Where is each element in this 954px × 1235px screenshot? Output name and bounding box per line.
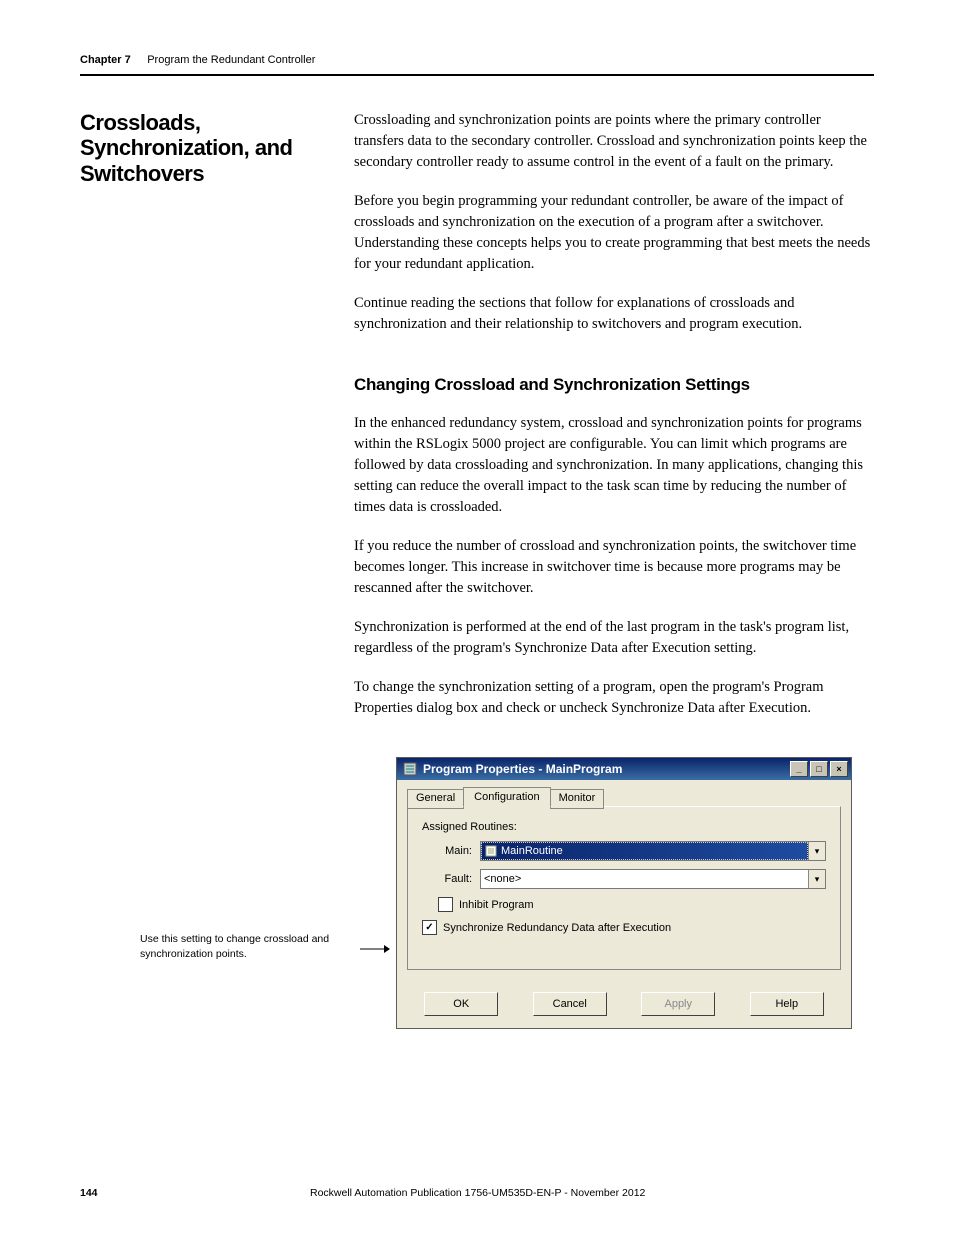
cancel-button[interactable]: Cancel <box>533 992 607 1016</box>
body-paragraph: If you reduce the number of crossload an… <box>354 536 874 599</box>
sync-label: Synchronize Redundancy Data after Execut… <box>443 922 671 934</box>
program-properties-dialog: Program Properties - MainProgram _ □ × G… <box>396 757 852 1029</box>
body-paragraph: Synchronization is performed at the end … <box>354 617 874 659</box>
close-icon[interactable]: × <box>830 761 848 777</box>
minimize-icon[interactable]: _ <box>790 761 808 777</box>
subsection-heading: Changing Crossload and Synchronization S… <box>354 375 874 395</box>
help-button[interactable]: Help <box>750 992 824 1016</box>
fault-label: Fault: <box>422 873 472 885</box>
body-paragraph: Before you begin programming your redund… <box>354 191 874 275</box>
apply-button[interactable]: Apply <box>641 992 715 1016</box>
callout-note: Use this setting to change crossload and… <box>80 757 360 960</box>
chevron-down-icon[interactable] <box>808 870 825 888</box>
tab-general[interactable]: General <box>407 789 464 809</box>
page-footer: 144 Rockwell Automation Publication 1756… <box>80 1187 874 1199</box>
header-title: Program the Redundant Controller <box>147 54 315 66</box>
fault-routine-value: <none> <box>484 873 521 885</box>
fault-routine-dropdown[interactable]: <none> <box>480 869 826 889</box>
chevron-down-icon[interactable] <box>808 842 825 860</box>
program-icon <box>403 762 417 776</box>
inhibit-checkbox[interactable] <box>438 897 453 912</box>
body-paragraph: Continue reading the sections that follo… <box>354 293 874 335</box>
dialog-title: Program Properties - MainProgram <box>423 762 622 776</box>
publication-id: Rockwell Automation Publication 1756-UM5… <box>310 1187 874 1199</box>
ok-button[interactable]: OK <box>424 992 498 1016</box>
tab-configuration[interactable]: Configuration <box>463 787 550 807</box>
section-heading: Crossloads, Synchronization, and Switcho… <box>80 110 330 186</box>
callout-arrow-icon <box>360 757 390 956</box>
page-number: 144 <box>80 1187 310 1199</box>
maximize-icon[interactable]: □ <box>810 761 828 777</box>
routine-icon <box>485 845 497 857</box>
tab-monitor[interactable]: Monitor <box>550 789 605 809</box>
header-chapter: Chapter 7 <box>80 54 131 66</box>
body-paragraph: In the enhanced redundancy system, cross… <box>354 413 874 518</box>
body-paragraph: Crossloading and synchronization points … <box>354 110 874 173</box>
body-paragraph: To change the synchronization setting of… <box>354 677 874 719</box>
dialog-titlebar[interactable]: Program Properties - MainProgram _ □ × <box>397 758 851 780</box>
main-routine-dropdown[interactable]: MainRoutine <box>480 841 826 861</box>
inhibit-label: Inhibit Program <box>459 899 534 911</box>
assigned-routines-label: Assigned Routines: <box>422 821 826 833</box>
page-header: Chapter 7 Program the Redundant Controll… <box>80 50 874 76</box>
main-label: Main: <box>422 845 472 857</box>
main-routine-value: MainRoutine <box>501 845 563 857</box>
sync-checkbox[interactable] <box>422 920 437 935</box>
